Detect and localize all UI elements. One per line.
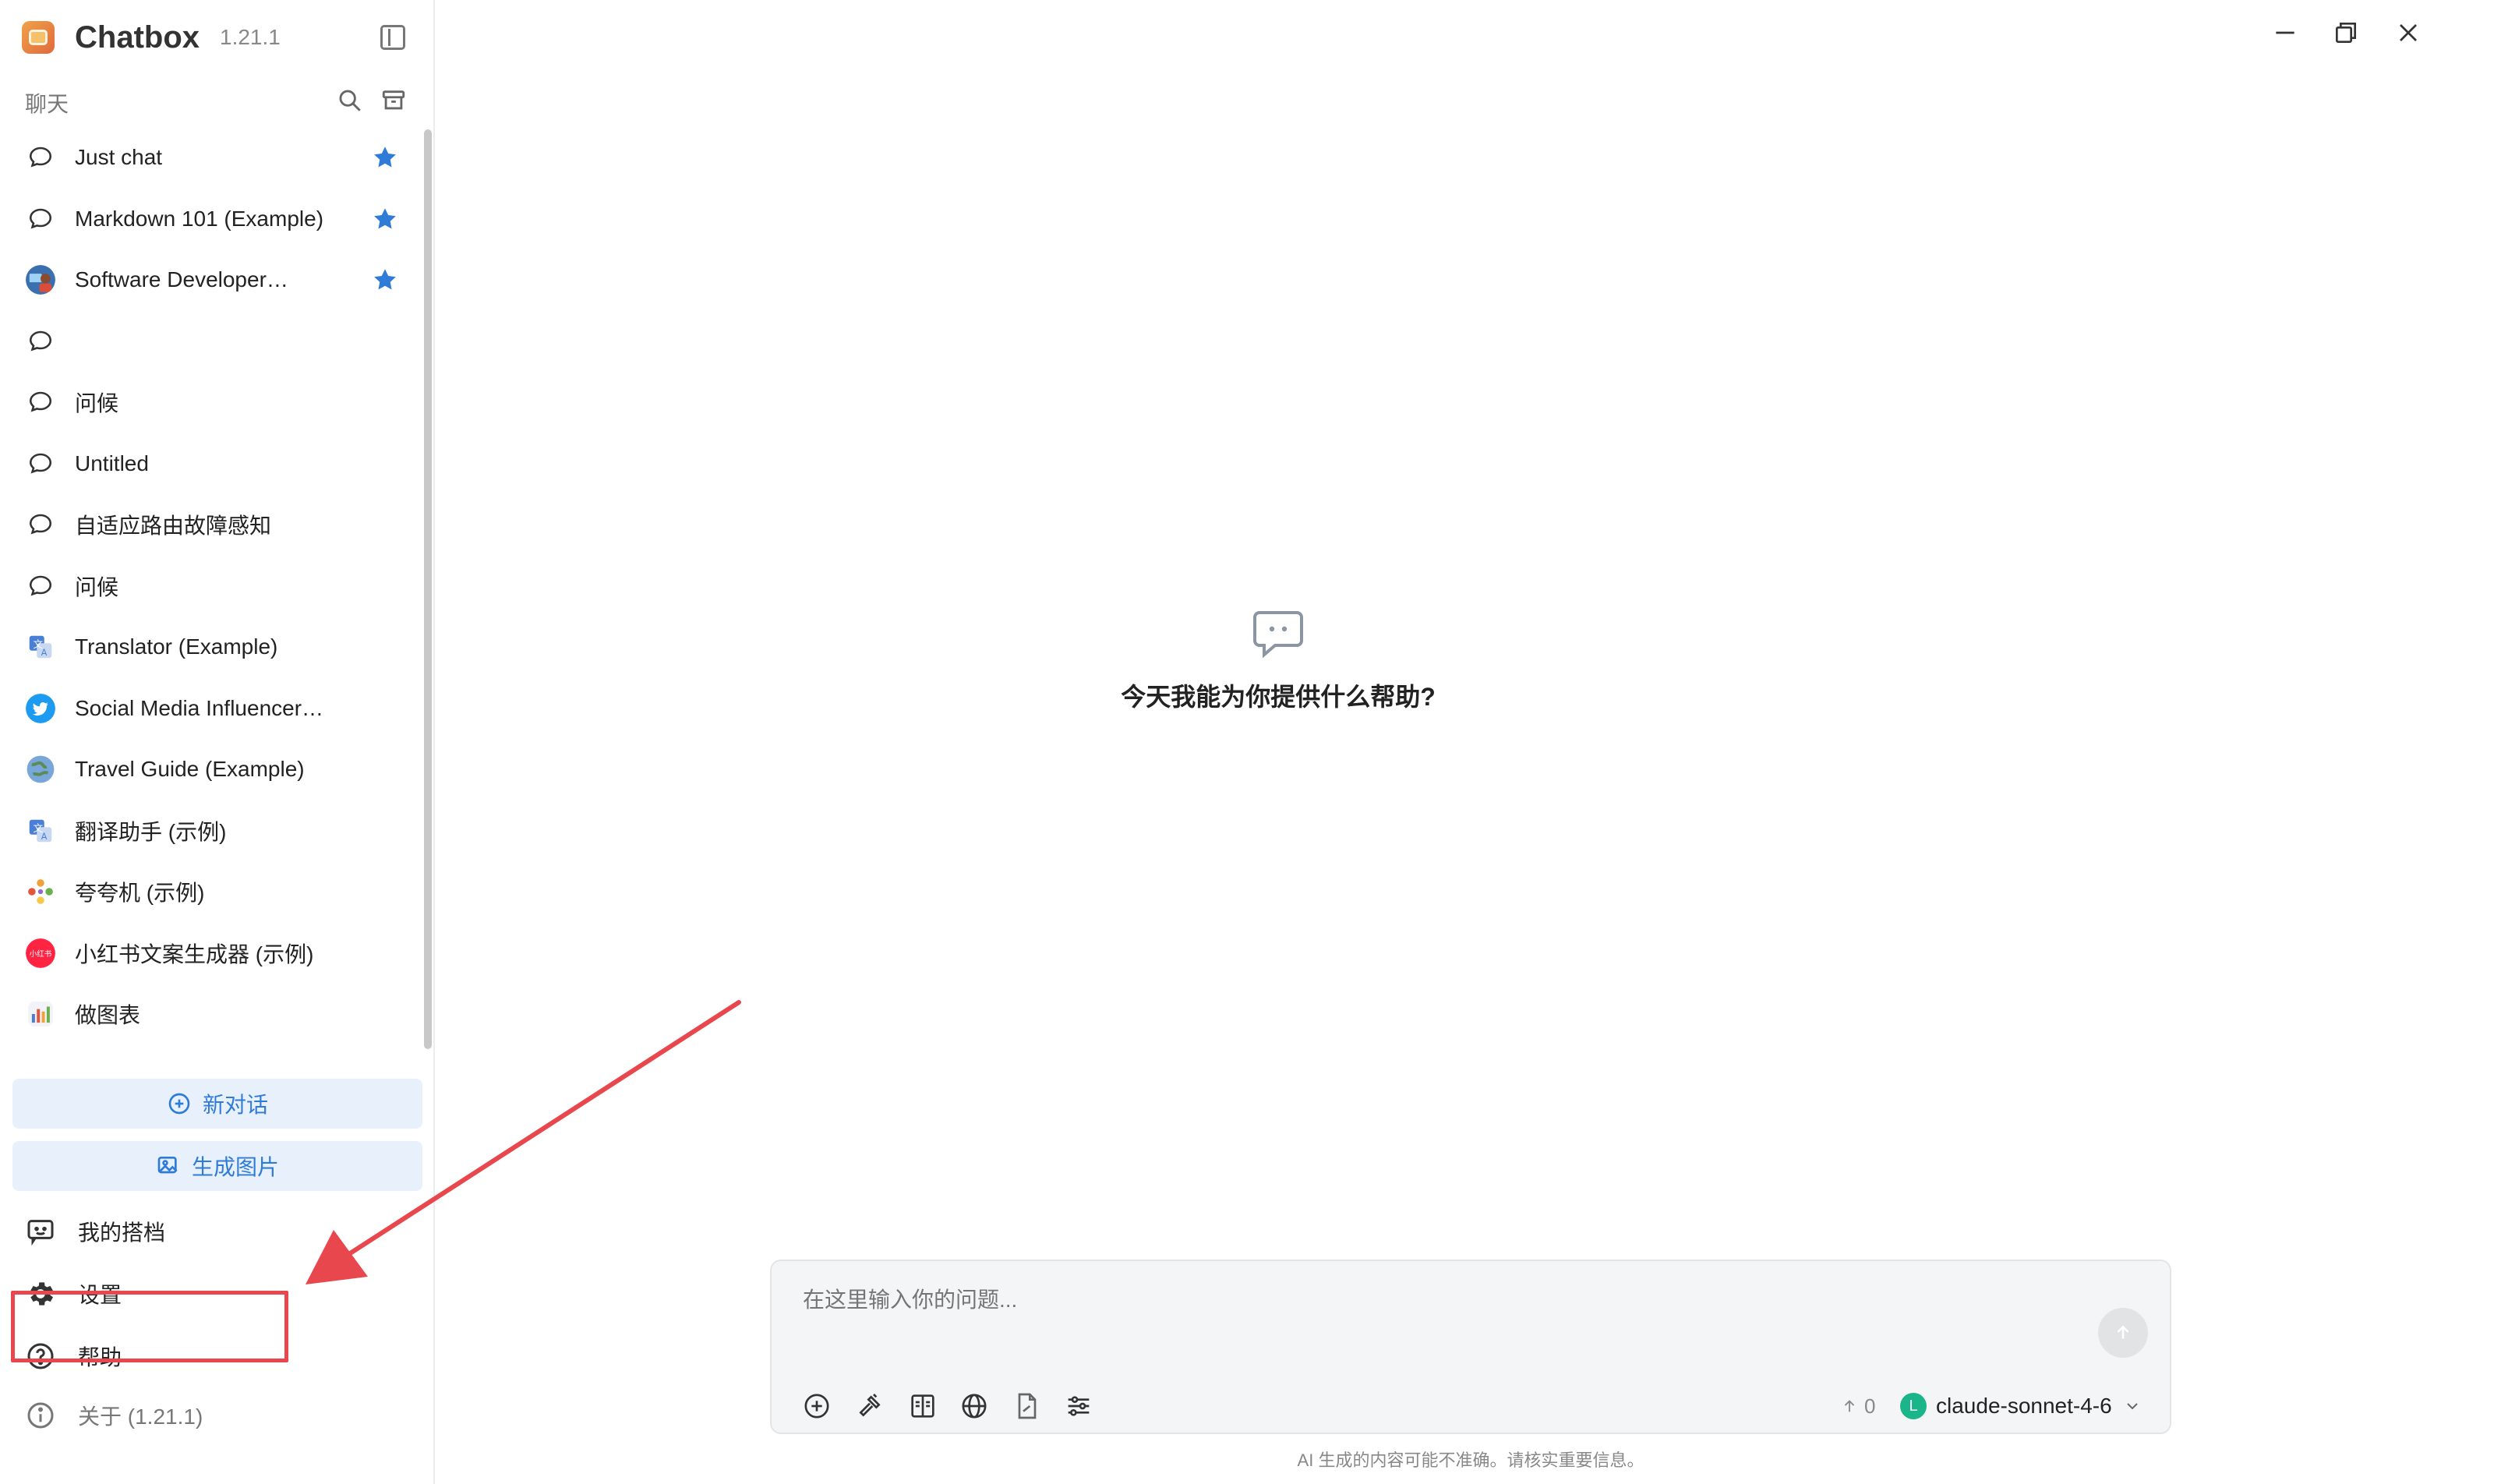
translator-avatar-icon: 文A: [25, 631, 56, 662]
info-icon: [27, 1402, 54, 1429]
section-label-chats: 聊天: [25, 92, 69, 116]
developer-avatar-icon: [25, 264, 56, 295]
message-composer: 0 L claude-sonnet-4-6: [770, 1260, 2171, 1434]
chat-bubble-icon: [25, 448, 56, 479]
session-item-label: Software Developer…: [75, 267, 288, 292]
translator-avatar-icon: 文A: [25, 815, 56, 846]
ai-disclaimer: AI 生成的内容可能不准确。请核实重要信息。: [1297, 1450, 1644, 1470]
session-item[interactable]: 自适应路由故障感知: [14, 498, 419, 551]
empty-state: 今天我能为你提供什么帮助?: [982, 608, 1574, 713]
model-selector[interactable]: L claude-sonnet-4-6: [1900, 1389, 2142, 1423]
arrow-up-small-icon: [1844, 1400, 1855, 1412]
restore-icon[interactable]: [2330, 17, 2362, 48]
generate-image-label: 生成图片: [191, 1155, 279, 1179]
hammer-icon[interactable]: [854, 1390, 885, 1422]
sliders-icon[interactable]: [1063, 1390, 1094, 1422]
minimize-icon[interactable]: [2270, 17, 2301, 48]
session-item-label: 问候: [75, 574, 119, 599]
nav-about-label: 关于 (1.21.1): [78, 1404, 203, 1429]
empty-state-title: 今天我能为你提供什么帮助?: [1121, 683, 1436, 711]
plus-circle-icon: [168, 1093, 190, 1115]
session-item[interactable]: Just chat: [14, 131, 419, 184]
new-chat-button[interactable]: 新对话: [12, 1079, 422, 1129]
svg-text:小红书: 小红书: [30, 949, 52, 958]
session-item[interactable]: 做图表: [14, 988, 419, 1041]
session-item-label: 夸夸机 (示例): [75, 881, 205, 905]
chat-bubble-icon: [25, 571, 56, 602]
chat-bubble-icon: [25, 509, 56, 540]
session-item-label: 小红书文案生成器 (示例): [75, 942, 314, 966]
context-count[interactable]: 0: [1841, 1390, 1875, 1422]
session-item[interactable]: 文 A Translator (Example): [14, 620, 419, 673]
web-search-icon[interactable]: [959, 1390, 990, 1422]
sidebar: Chatbox 1.21.1 聊天 Just chat Markdown 101 …: [0, 0, 435, 1484]
session-item-label: 翻译助手 (示例): [75, 819, 227, 844]
send-button[interactable]: [2098, 1308, 2148, 1358]
partner-icon: [27, 1220, 54, 1246]
archive-icon[interactable]: [380, 87, 407, 114]
chat-bubble-icon: [25, 387, 56, 418]
chart-avatar-icon: [25, 998, 56, 1030]
session-item[interactable]: 问候: [14, 560, 419, 613]
close-icon[interactable]: [2393, 17, 2424, 48]
session-item-label: 做图表: [75, 1003, 141, 1027]
session-item-label: Social Media Influencer…: [75, 695, 324, 720]
session-item[interactable]: [14, 315, 419, 368]
session-item[interactable]: Travel Guide (Example): [14, 743, 419, 796]
nav-about[interactable]: 关于 (1.21.1): [14, 1390, 419, 1440]
chat-bubble-icon: [25, 326, 56, 357]
session-item[interactable]: Markdown 101 (Example): [14, 193, 419, 246]
session-item[interactable]: Untitled: [14, 437, 419, 490]
session-item-label: Travel Guide (Example): [75, 757, 305, 781]
chat-bubble-icon: [25, 142, 56, 173]
svg-text:A: A: [41, 832, 48, 842]
session-item-label: Translator (Example): [75, 634, 278, 659]
sidebar-scrollbar[interactable]: [424, 129, 432, 1049]
session-item-label: Untitled: [75, 450, 149, 475]
book-icon[interactable]: [907, 1390, 938, 1422]
chevron-down-icon: [2126, 1403, 2138, 1410]
model-name: claude-sonnet-4-6: [1936, 1394, 2112, 1418]
chatbox-logo-icon: [22, 21, 55, 54]
praise-avatar-icon: [25, 876, 56, 907]
session-item-label: 问候: [75, 391, 119, 415]
app-window: Chatbox 1.21.1 聊天 Just chat Markdown 101 …: [0, 0, 2494, 1484]
message-input[interactable]: [803, 1288, 1972, 1313]
annotation-highlight-box: [11, 1291, 288, 1362]
new-chat-label: 新对话: [202, 1093, 268, 1117]
nav-my-partners[interactable]: 我的搭档: [14, 1207, 419, 1256]
xiaohongshu-avatar-icon: 小红书: [25, 938, 56, 969]
session-item-label: Markdown 101 (Example): [75, 206, 324, 231]
arrow-up-icon: [2117, 1325, 2129, 1339]
session-item-label: 自适应路由故障感知: [75, 514, 272, 538]
session-item[interactable]: 文 A 翻译助手 (示例): [14, 804, 419, 857]
model-provider-badge: L: [1900, 1393, 1927, 1419]
app-name: Chatbox: [75, 19, 200, 55]
attach-plus-icon[interactable]: [801, 1390, 832, 1422]
session-item[interactable]: Social Media Influencer…: [14, 682, 419, 735]
star-icon[interactable]: [371, 205, 399, 233]
session-list: Just chat Markdown 101 (Example) Software …: [14, 131, 419, 1091]
star-icon[interactable]: [371, 266, 399, 294]
session-item-label: Just chat: [75, 145, 163, 169]
chat-bubble-icon: [25, 203, 56, 235]
generate-image-button[interactable]: 生成图片: [12, 1141, 422, 1191]
chat-dots-icon: [1253, 611, 1303, 659]
search-icon[interactable]: [337, 87, 363, 114]
star-icon[interactable]: [371, 143, 399, 171]
brand: Chatbox 1.21.1: [22, 16, 281, 59]
context-count-value: 0: [1864, 1394, 1876, 1418]
file-icon[interactable]: [1012, 1390, 1043, 1422]
session-item[interactable]: 小红书 小红书文案生成器 (示例): [14, 927, 419, 980]
svg-text:A: A: [41, 648, 48, 658]
session-item[interactable]: Software Developer…: [14, 253, 419, 306]
collapse-sidebar-icon[interactable]: [380, 25, 405, 50]
twitter-avatar-icon: [25, 693, 56, 724]
image-icon: [157, 1157, 178, 1174]
globe-avatar-icon: [25, 754, 56, 785]
session-item[interactable]: 问候: [14, 376, 419, 429]
app-version: 1.21.1: [220, 25, 281, 49]
nav-my-partners-label: 我的搭档: [78, 1221, 166, 1245]
session-item[interactable]: 夸夸机 (示例): [14, 865, 419, 918]
